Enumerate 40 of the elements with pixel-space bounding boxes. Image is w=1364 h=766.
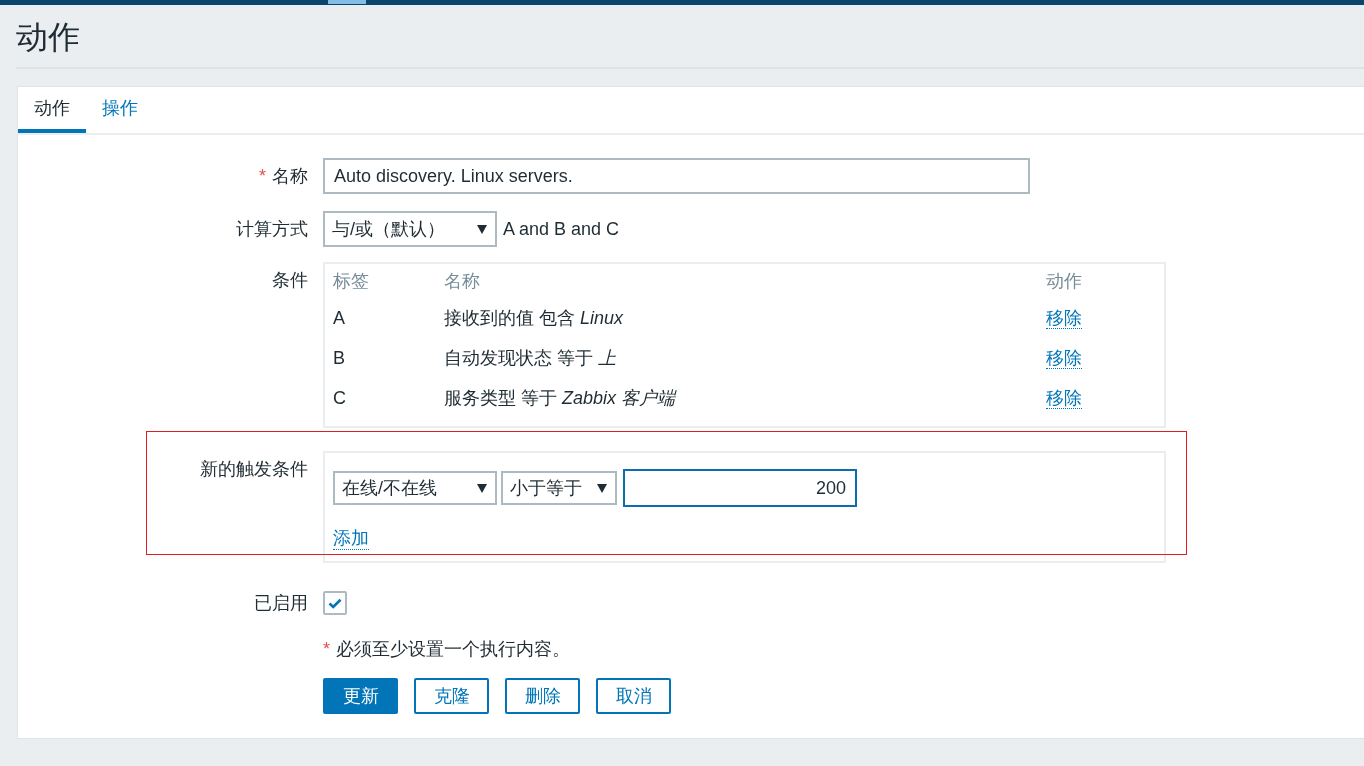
secondary-button[interactable]: 删除 — [505, 678, 580, 714]
table-cell-text: B — [333, 347, 346, 369]
condition-type-select[interactable]: 在线/不在线 — [333, 471, 497, 505]
note-text: 必须至少设置一个执行内容。 — [336, 638, 570, 661]
check-icon — [328, 597, 342, 609]
tab[interactable]: 操作 — [86, 87, 154, 133]
page-title: 动作 — [16, 18, 80, 57]
caret-icon — [477, 224, 487, 234]
field-label: 名称 — [272, 165, 308, 188]
field-label: 新的触发条件 — [200, 458, 308, 481]
column-header: 动作 — [1046, 270, 1083, 293]
primary-button[interactable]: 更新 — [323, 678, 398, 714]
required-mark: * — [259, 165, 266, 187]
operator-select[interactable]: 小于等于 — [501, 471, 617, 505]
remove-link[interactable]: 移除 — [1046, 308, 1082, 329]
enabled-checkbox[interactable] — [323, 591, 347, 615]
secondary-button[interactable]: 克隆 — [414, 678, 489, 714]
formula-text: A and B and C — [503, 218, 620, 240]
caret-icon — [597, 483, 607, 493]
field-label: 已启用 — [254, 592, 308, 615]
column-header: 名称 — [444, 270, 481, 293]
table-cell-text: 自动发现状态 等于 上 — [444, 347, 617, 370]
value-input[interactable]: 200 — [623, 469, 857, 507]
caret-icon — [477, 483, 487, 493]
column-header: 标签 — [333, 270, 370, 293]
remove-link[interactable]: 移除 — [1046, 348, 1082, 369]
field-label: 计算方式 — [236, 218, 308, 241]
table-cell-text: C — [333, 387, 347, 409]
calculation-select[interactable]: 与/或（默认） — [323, 211, 497, 247]
tab[interactable]: 动作 — [18, 87, 86, 133]
secondary-button[interactable]: 取消 — [596, 678, 671, 714]
remove-link[interactable]: 移除 — [1046, 388, 1082, 409]
table-cell-text: 服务类型 等于 Zabbix 客户端 — [444, 387, 678, 410]
required-mark: * — [323, 638, 330, 660]
table-cell-text: 接收到的值 包含 Linux — [444, 307, 625, 330]
name-input[interactable]: Auto discovery. Linux servers. — [323, 158, 1030, 194]
field-label: 条件 — [272, 269, 308, 292]
add-link[interactable]: 添加 — [333, 527, 369, 550]
menu-indicator — [328, 0, 366, 4]
table-cell-text: A — [333, 307, 346, 329]
